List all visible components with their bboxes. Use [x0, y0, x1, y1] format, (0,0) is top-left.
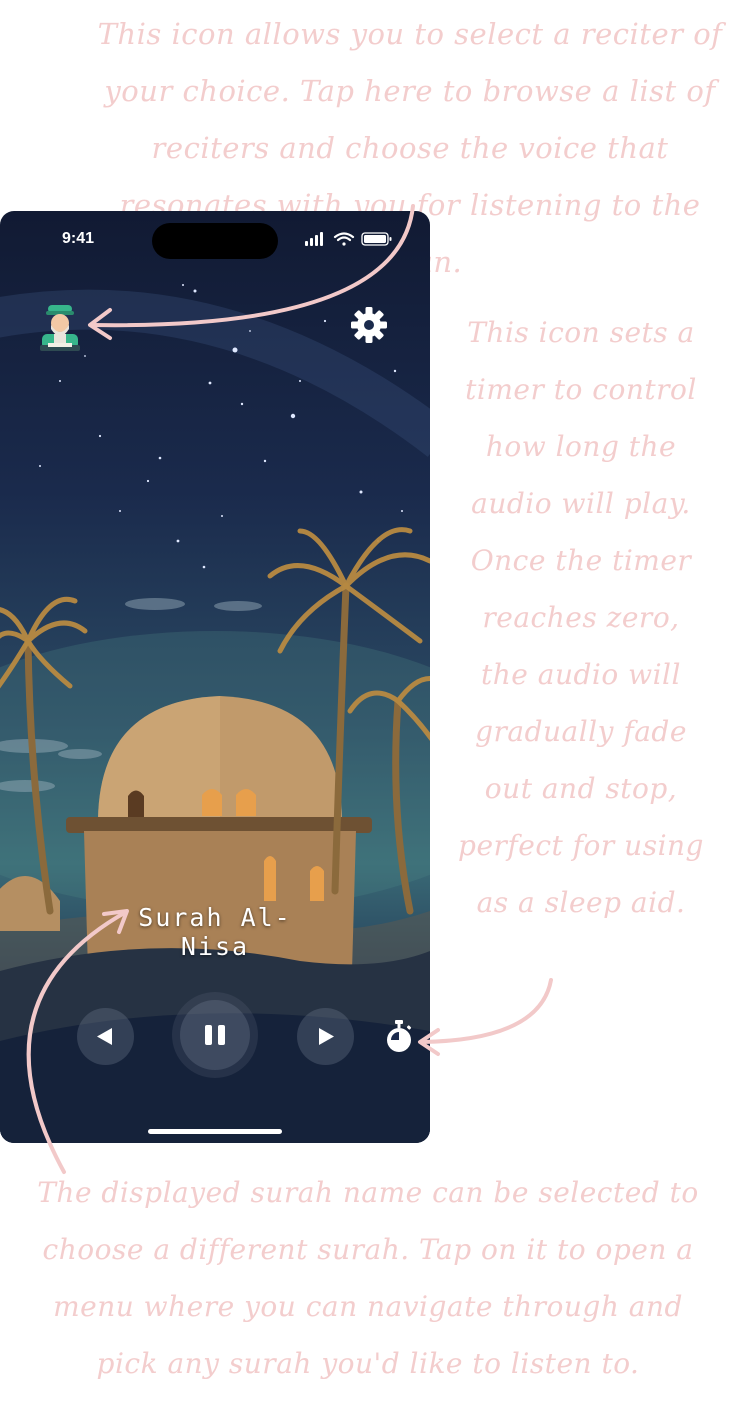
pause-button-inner	[180, 1000, 250, 1070]
reciter-icon	[40, 305, 80, 351]
arrow-to-timer	[420, 978, 553, 1044]
phone-screen: 9:41 Surah Al-Nisa	[0, 211, 430, 1143]
previous-icon	[97, 1028, 112, 1045]
pause-icon	[205, 1025, 225, 1045]
wifi-icon	[333, 232, 355, 246]
annotation-timer: This icon sets a timer to control how lo…	[458, 316, 704, 919]
settings-button[interactable]	[349, 305, 389, 345]
battery-icon	[361, 232, 392, 246]
dynamic-island	[152, 223, 278, 259]
signal-icon	[305, 232, 323, 246]
surah-name-selector[interactable]: Surah Al-Nisa	[110, 903, 320, 961]
gear-icon	[351, 307, 387, 343]
next-button[interactable]	[297, 1008, 354, 1065]
previous-button[interactable]	[77, 1008, 134, 1065]
home-indicator	[148, 1129, 282, 1134]
sleep-timer-button[interactable]	[384, 1020, 414, 1054]
annotation-surah-name: The displayed surah name can be selected…	[37, 1176, 699, 1380]
pause-button[interactable]	[172, 992, 258, 1078]
reciter-select-button[interactable]	[38, 303, 82, 353]
status-icons	[305, 232, 392, 246]
status-time: 9:41	[62, 230, 95, 247]
timer-icon	[387, 1020, 412, 1052]
next-icon	[319, 1028, 334, 1045]
status-bar: 9:41	[0, 211, 430, 267]
